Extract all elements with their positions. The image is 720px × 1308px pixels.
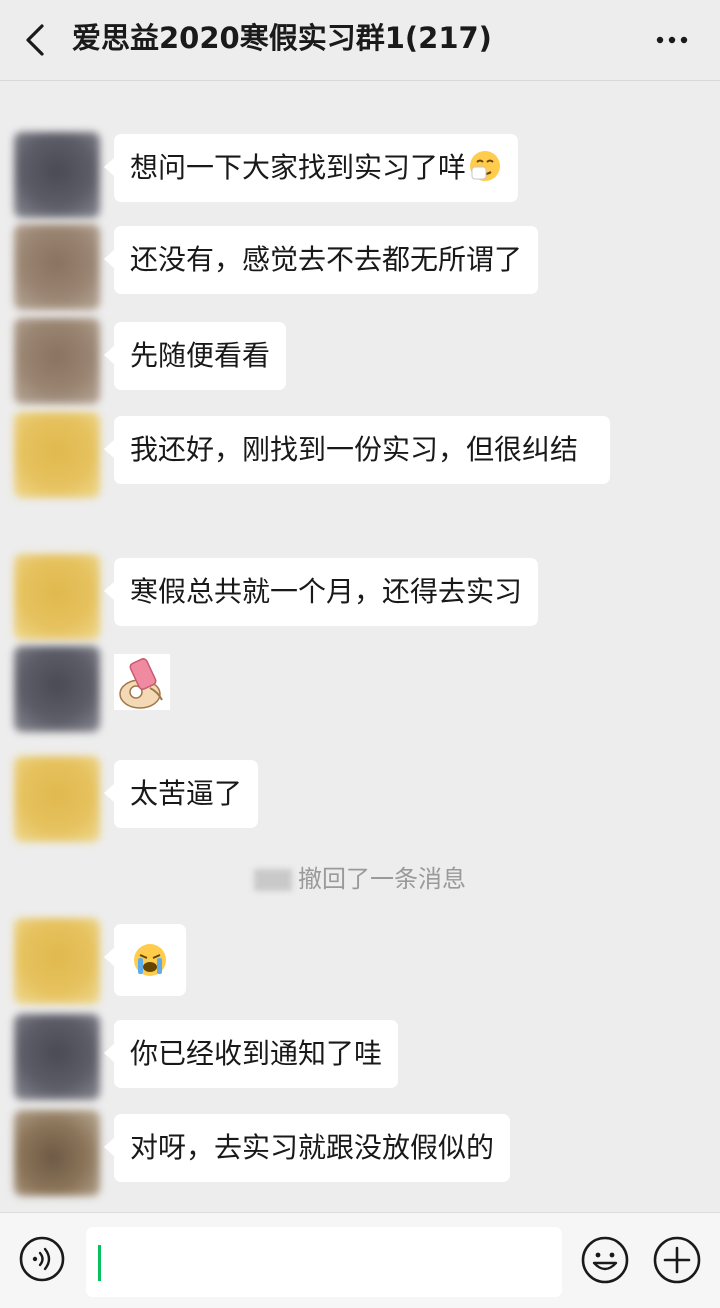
sneezing-face-emoji [470, 151, 501, 181]
message-text: 太苦逼了 [130, 777, 243, 810]
recall-notice: 撤回了一条消息 [0, 862, 720, 896]
message-text: 还没有，感觉去不去都无所谓了 [130, 243, 523, 276]
text-caret [98, 1245, 101, 1281]
message-text: 对呀，去实习就跟没放假似的 [130, 1131, 495, 1164]
input-bar [0, 1212, 720, 1308]
avatar[interactable] [14, 132, 100, 218]
avatar[interactable] [14, 1110, 100, 1196]
message-text: 想问一下大家找到实习了咩 [130, 151, 467, 184]
loudly-crying-face-emoji [134, 944, 166, 976]
phone-sticker [114, 654, 170, 710]
message-bubble[interactable]: 想问一下大家找到实习了咩 [103, 134, 519, 202]
avatar[interactable] [14, 412, 100, 498]
avatar[interactable] [14, 918, 100, 1004]
message-text: 你已经收到通知了哇 [130, 1037, 383, 1070]
chevron-left-icon[interactable] [16, 20, 56, 60]
avatar[interactable] [14, 224, 100, 310]
message-bubble[interactable]: 你已经收到通知了哇 [103, 1020, 399, 1088]
message-text: 先随便看看 [130, 339, 271, 372]
blurred-username [254, 869, 292, 891]
message-bubble[interactable]: 还没有，感觉去不去都无所谓了 [103, 226, 539, 294]
avatar[interactable] [14, 318, 100, 404]
recall-notice-text: 撤回了一条消息 [298, 865, 466, 893]
avatar[interactable] [14, 646, 100, 732]
plus-icon[interactable] [652, 1235, 702, 1285]
message-bubble[interactable]: 寒假总共就一个月，还得去实习 [103, 558, 539, 626]
message-text: 我还好，刚找到一份实习，但很纠结 [130, 433, 579, 466]
message-bubble[interactable] [104, 924, 186, 996]
message-bubble[interactable]: 我还好，刚找到一份实习，但很纠结 [104, 416, 610, 484]
message-bubble[interactable]: 对呀，去实习就跟没放假似的 [103, 1114, 511, 1182]
avatar[interactable] [14, 756, 100, 842]
chat-title: 爱思益2020寒假实习群1(217) [72, 21, 492, 55]
chat-header: 爱思益2020寒假实习群1(217) [0, 0, 720, 81]
message-text: 寒假总共就一个月，还得去实习 [130, 575, 523, 608]
more-dots-icon[interactable] [652, 24, 692, 56]
avatar[interactable] [14, 1014, 100, 1100]
voice-input-icon[interactable] [18, 1235, 66, 1283]
message-bubble[interactable] [114, 654, 170, 721]
message-bubble[interactable]: 先随便看看 [103, 322, 287, 390]
emoji-icon[interactable] [580, 1235, 630, 1285]
message-bubble[interactable]: 太苦逼了 [103, 760, 259, 828]
message-input[interactable] [86, 1227, 562, 1297]
avatar[interactable] [14, 554, 100, 640]
